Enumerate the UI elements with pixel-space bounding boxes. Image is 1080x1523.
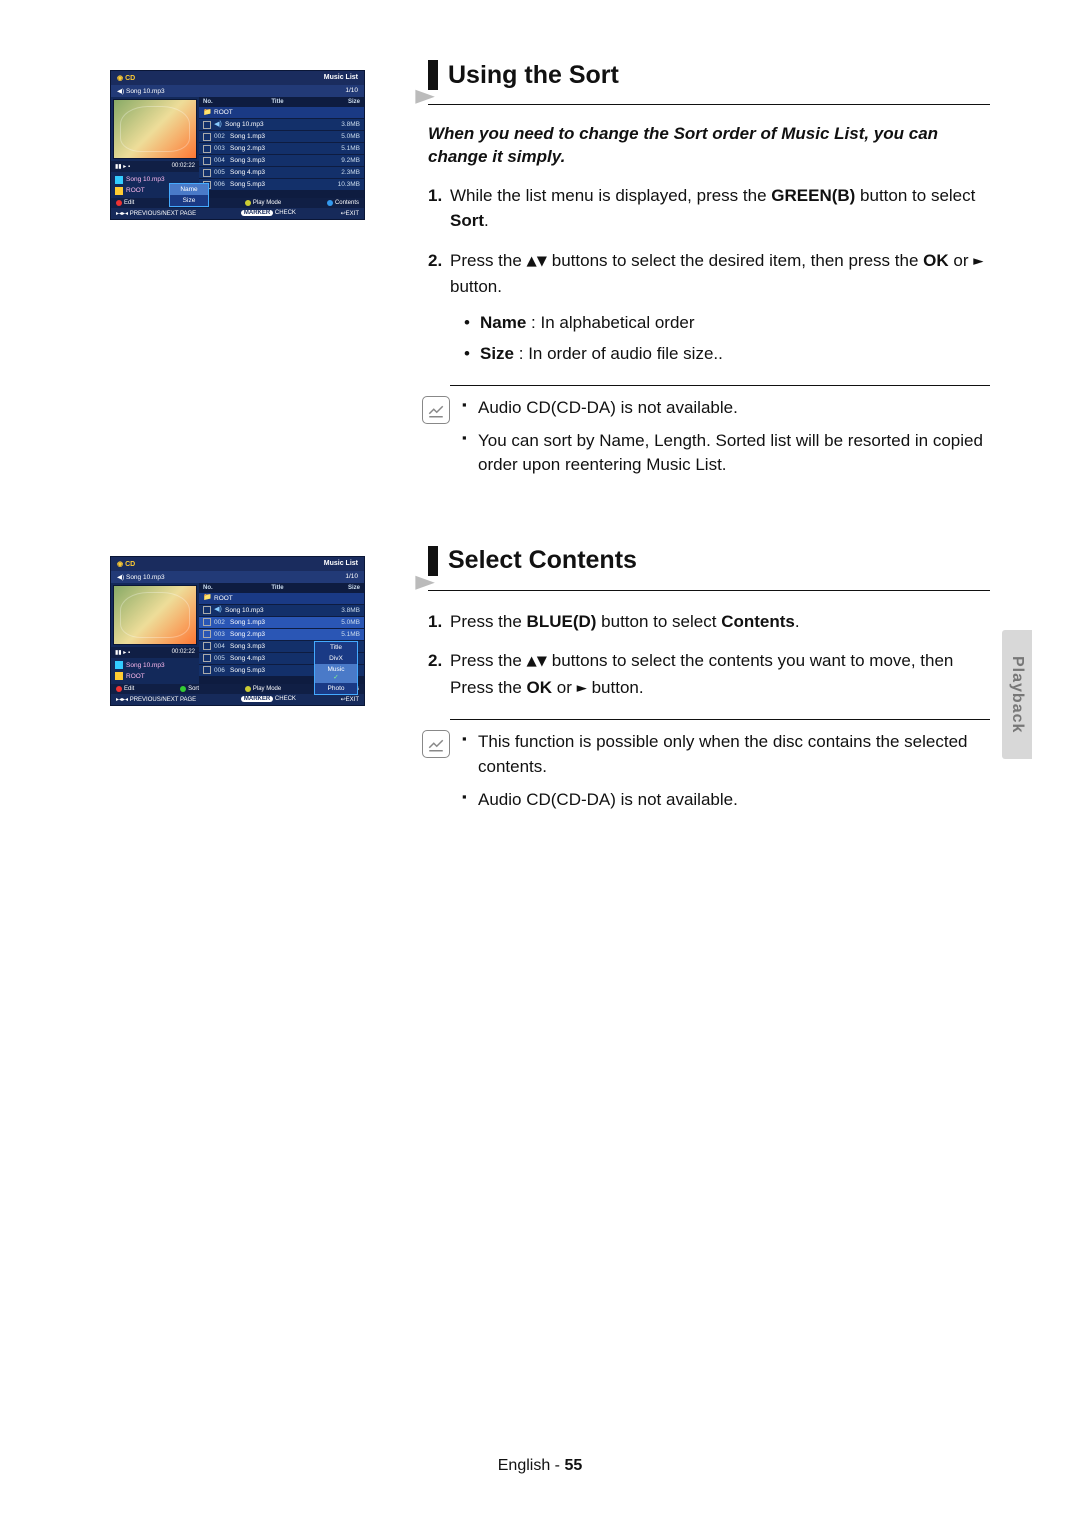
sort-note-2: You can sort by Name, Length. Sorted lis… (462, 429, 990, 478)
table-row: 006Song 5.mp310.3MB (199, 179, 364, 191)
sort-step-2: 2. Press the ▲▼ buttons to select the de… (428, 248, 990, 367)
note-icon (422, 396, 450, 424)
tv-row-root: 📁ROOT (199, 107, 364, 119)
sort-option-size: Size (170, 195, 208, 206)
contents-note-2: Audio CD(CD-DA) is not available. (462, 788, 990, 813)
table-row: ◀)Song 10.mp33.8MB (199, 119, 364, 131)
contents-option-divx: DivX (315, 653, 357, 664)
tv-side-item: ROOT (111, 671, 199, 682)
play-arrow-icon: ► (973, 249, 983, 275)
contents-option-title: Title (315, 642, 357, 653)
sort-sub-name: Name : In alphabetical order (464, 310, 990, 336)
tv-nav-prev: PREVIOUS/NEXT PAGE (130, 211, 196, 217)
heading-using-sort: Using the Sort (448, 61, 619, 90)
tv-row-root: 📁ROOT (199, 593, 364, 605)
sort-option-name: Name (170, 184, 208, 195)
tv-col-size: Size (330, 99, 360, 105)
divider (450, 719, 990, 720)
table-row: 003Song 2.mp35.1MB (199, 143, 364, 155)
tv-btn-contents: Contents (335, 200, 359, 206)
sort-popup: Name Size (169, 183, 209, 207)
contents-step-1: 1. Press the BLUE(D) button to select Co… (428, 609, 990, 635)
table-row: 003Song 2.mp35.1MB (199, 629, 364, 641)
sort-intro: When you need to change the Sort order o… (428, 123, 990, 169)
table-row: 005Song 4.mp32.3MB (199, 167, 364, 179)
tv-album-art (113, 99, 197, 159)
play-arrow-icon: ► (577, 676, 587, 702)
heading-select-contents: Select Contents (448, 546, 637, 575)
side-tab-playback: Playback (1002, 630, 1032, 759)
sort-step-1: 1. While the list menu is displayed, pre… (428, 183, 990, 234)
tv-album-art (113, 585, 197, 645)
page-footer: English - 55 (0, 1457, 1080, 1475)
tv-col-no: No. (203, 99, 225, 105)
tv-timestamp: 00:02:22 (172, 163, 195, 170)
contents-option-photo: Photo (315, 683, 357, 694)
table-row: 004Song 3.mp39.2MB (199, 155, 364, 167)
sort-sub-size: Size : In order of audio file size.. (464, 341, 990, 367)
up-down-arrows-icon: ▲▼ (527, 649, 547, 675)
screenshot-sort: ◉ CDMusic List ◀) Song 10.mp31/10 ▮▮ ▸ ▪… (110, 70, 365, 220)
tv-now-playing: Song 10.mp3 (126, 88, 165, 95)
tv-nav-marker: MARKER (241, 210, 273, 216)
tv-nav-check: CHECK (275, 210, 296, 216)
tv-header-right: Music List (324, 74, 358, 82)
tv-page-indicator: 1/10 (345, 87, 358, 95)
contents-option-music: Music (315, 664, 357, 683)
divider (428, 104, 990, 105)
tv-side-item: Song 10.mp3 (111, 660, 199, 671)
sort-note-1: Audio CD(CD-DA) is not available. (462, 396, 990, 421)
up-down-arrows-icon: ▲▼ (527, 249, 547, 275)
screenshot-contents: ◉ CDMusic List ◀) Song 10.mp31/10 ▮▮ ▸ ▪… (110, 556, 365, 706)
contents-step-2: 2. Press the ▲▼ buttons to select the co… (428, 648, 990, 701)
tv-btn-playmode: Play Mode (253, 200, 281, 206)
tv-disc-label: CD (125, 75, 135, 82)
table-row: 002Song 1.mp35.0MB (199, 617, 364, 629)
tv-nav-exit: EXIT (346, 211, 359, 217)
tv-col-title: Title (225, 99, 330, 105)
divider (428, 590, 990, 591)
table-row: ◀)Song 10.mp33.8MB (199, 605, 364, 617)
tv-btn-edit: Edit (124, 200, 134, 206)
contents-note-1: This function is possible only when the … (462, 730, 990, 779)
table-row: 002Song 1.mp35.0MB (199, 131, 364, 143)
tv-playback-controls: ▮▮ ▸ ▪ (115, 163, 130, 170)
contents-popup: Title DivX Music Photo (314, 641, 358, 695)
divider (450, 385, 990, 386)
note-icon (422, 730, 450, 758)
